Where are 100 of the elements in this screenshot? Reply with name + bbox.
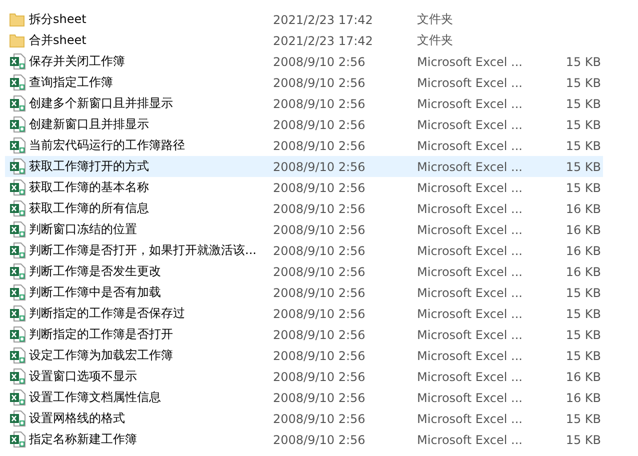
file-name: 获取工作簿的所有信息 [29,200,150,217]
file-size: 16 KB [566,244,602,258]
file-name: 拆分sheet [29,11,88,28]
spreadsheet-file-icon [9,263,26,280]
modified-date: 2008/9/10 2:56 [273,202,366,216]
file-type: Microsoft Excel ... [417,160,524,174]
file-name: 保存并关闭工作簿 [29,53,126,70]
modified-date: 2008/9/10 2:56 [273,432,366,446]
spreadsheet-file-icon [9,74,26,91]
file-row[interactable]: 创建多个新窗口且并排显示 2008/9/10 2:56 Microsoft Excel ... 15 KB [5,93,603,114]
modified-date: 2021/2/23 17:42 [273,34,374,48]
modified-date: 2008/9/10 2:56 [273,160,366,174]
file-row[interactable]: 设置窗口选项不显示 2008/9/10 2:56 Microsoft Excel ... 16 KB [5,366,603,387]
file-row[interactable]: 拆分sheet 2021/2/23 17:42 文件夹 [5,9,603,30]
file-type: Microsoft Excel ... [417,180,524,194]
spreadsheet-file-icon [9,242,26,259]
spreadsheet-file-icon [9,95,26,112]
file-row[interactable]: 获取工作簿的基本名称 2008/9/10 2:56 Microsoft Excel ... 15 KB [5,177,603,198]
file-type: Microsoft Excel ... [417,138,524,152]
spreadsheet-file-icon [9,284,26,301]
file-type: Microsoft Excel ... [417,370,524,384]
file-type: Microsoft Excel ... [417,96,524,110]
modified-date: 2008/9/10 2:56 [273,328,366,342]
file-size: 15 KB [566,54,602,68]
file-row[interactable]: 创建新窗口且并排显示 2008/9/10 2:56 Microsoft Excel ... 15 KB [5,114,603,135]
file-name: 判断工作簿是否打开，如果打开就激活该... [29,242,258,259]
spreadsheet-file-icon [9,137,26,154]
modified-date: 2008/9/10 2:56 [273,390,366,404]
modified-date: 2008/9/10 2:56 [273,96,366,110]
file-size: 15 KB [566,96,602,110]
file-size: 15 KB [566,306,602,320]
modified-date: 2008/9/10 2:56 [273,286,366,300]
folder-icon [9,12,25,28]
file-type: Microsoft Excel ... [417,202,524,216]
file-row[interactable]: 判断指定的工作簿是否保存过 2008/9/10 2:56 Microsoft Excel ... 15 KB [5,303,603,324]
file-name: 创建多个新窗口且并排显示 [29,95,174,112]
file-size: 15 KB [566,160,602,174]
spreadsheet-file-icon [9,347,26,364]
file-row[interactable]: 判断工作簿是否打开，如果打开就激活该... 2008/9/10 2:56 Microsoft Excel ... 16 KB [5,240,603,261]
file-type: Microsoft Excel ... [417,264,524,278]
modified-date: 2008/9/10 2:56 [273,264,366,278]
file-name: 查询指定工作簿 [29,74,114,91]
file-size: 16 KB [566,222,602,236]
spreadsheet-file-icon [9,116,26,133]
file-size: 16 KB [566,390,602,404]
file-size: 16 KB [566,264,602,278]
file-type: Microsoft Excel ... [417,348,524,362]
file-type: Microsoft Excel ... [417,412,524,426]
file-size: 15 KB [566,412,602,426]
file-type: Microsoft Excel ... [417,54,524,68]
file-row[interactable]: 判断指定的工作簿是否打开 2008/9/10 2:56 Microsoft Excel ... 15 KB [5,324,603,345]
file-row[interactable]: 合并sheet 2021/2/23 17:42 文件夹 [5,30,603,51]
file-type: Microsoft Excel ... [417,286,524,300]
spreadsheet-file-icon [9,179,26,196]
file-type: Microsoft Excel ... [417,328,524,342]
file-size: 15 KB [566,180,602,194]
modified-date: 2008/9/10 2:56 [273,222,366,236]
file-name: 判断指定的工作簿是否打开 [29,326,174,343]
file-row[interactable]: 判断窗口冻结的位置 2008/9/10 2:56 Microsoft Excel ... 16 KB [5,219,603,240]
modified-date: 2008/9/10 2:56 [273,180,366,194]
file-name: 设置工作簿文档属性信息 [29,389,162,406]
file-type: Microsoft Excel ... [417,390,524,404]
modified-date: 2008/9/10 2:56 [273,370,366,384]
spreadsheet-file-icon [9,431,26,448]
file-size: 15 KB [566,76,602,90]
file-name: 判断工作簿是否发生更改 [29,263,162,280]
file-row[interactable]: 获取工作簿的所有信息 2008/9/10 2:56 Microsoft Excel ... 16 KB [5,198,603,219]
file-type: 文件夹 [417,32,454,49]
file-type: Microsoft Excel ... [417,432,524,446]
spreadsheet-file-icon [9,326,26,343]
file-row[interactable]: 查询指定工作簿 2008/9/10 2:56 Microsoft Excel ... 15 KB [5,72,603,93]
modified-date: 2008/9/10 2:56 [273,76,366,90]
file-size: 15 KB [566,118,602,132]
modified-date: 2008/9/10 2:56 [273,138,366,152]
file-row[interactable]: 指定名称新建工作簿 2008/9/10 2:56 Microsoft Excel ... 15 KB [5,429,603,450]
file-name: 指定名称新建工作簿 [29,431,138,448]
file-row[interactable]: 设置工作簿文档属性信息 2008/9/10 2:56 Microsoft Excel ... 16 KB [5,387,603,408]
modified-date: 2008/9/10 2:56 [273,54,366,68]
file-row[interactable]: 判断工作簿是否发生更改 2008/9/10 2:56 Microsoft Excel ... 16 KB [5,261,603,282]
file-name: 获取工作簿打开的方式 [29,158,150,175]
file-row[interactable]: 保存并关闭工作簿 2008/9/10 2:56 Microsoft Excel ... 15 KB [5,51,603,72]
file-row[interactable]: 获取工作簿打开的方式 2008/9/10 2:56 Microsoft Excel ... 15 KB [5,156,603,177]
file-row[interactable]: 设定工作簿为加载宏工作簿 2008/9/10 2:56 Microsoft Excel ... 15 KB [5,345,603,366]
modified-date: 2008/9/10 2:56 [273,244,366,258]
file-type: Microsoft Excel ... [417,244,524,258]
file-size: 15 KB [566,138,602,152]
file-size: 15 KB [566,328,602,342]
file-type: Microsoft Excel ... [417,222,524,236]
file-row[interactable]: 判断工作簿中是否有加载 2008/9/10 2:56 Microsoft Excel ... 15 KB [5,282,603,303]
file-type: 文件夹 [417,11,454,28]
file-row[interactable]: 设置网格线的格式 2008/9/10 2:56 Microsoft Excel ... 15 KB [5,408,603,429]
file-row[interactable]: 当前宏代码运行的工作簿路径 2008/9/10 2:56 Microsoft Excel ... 15 KB [5,135,603,156]
file-type: Microsoft Excel ... [417,306,524,320]
file-size: 15 KB [566,348,602,362]
file-type: Microsoft Excel ... [417,118,524,132]
modified-date: 2008/9/10 2:56 [273,118,366,132]
file-name: 设置窗口选项不显示 [29,368,138,385]
file-name: 获取工作簿的基本名称 [29,179,150,196]
spreadsheet-file-icon [9,200,26,217]
spreadsheet-file-icon [9,410,26,427]
